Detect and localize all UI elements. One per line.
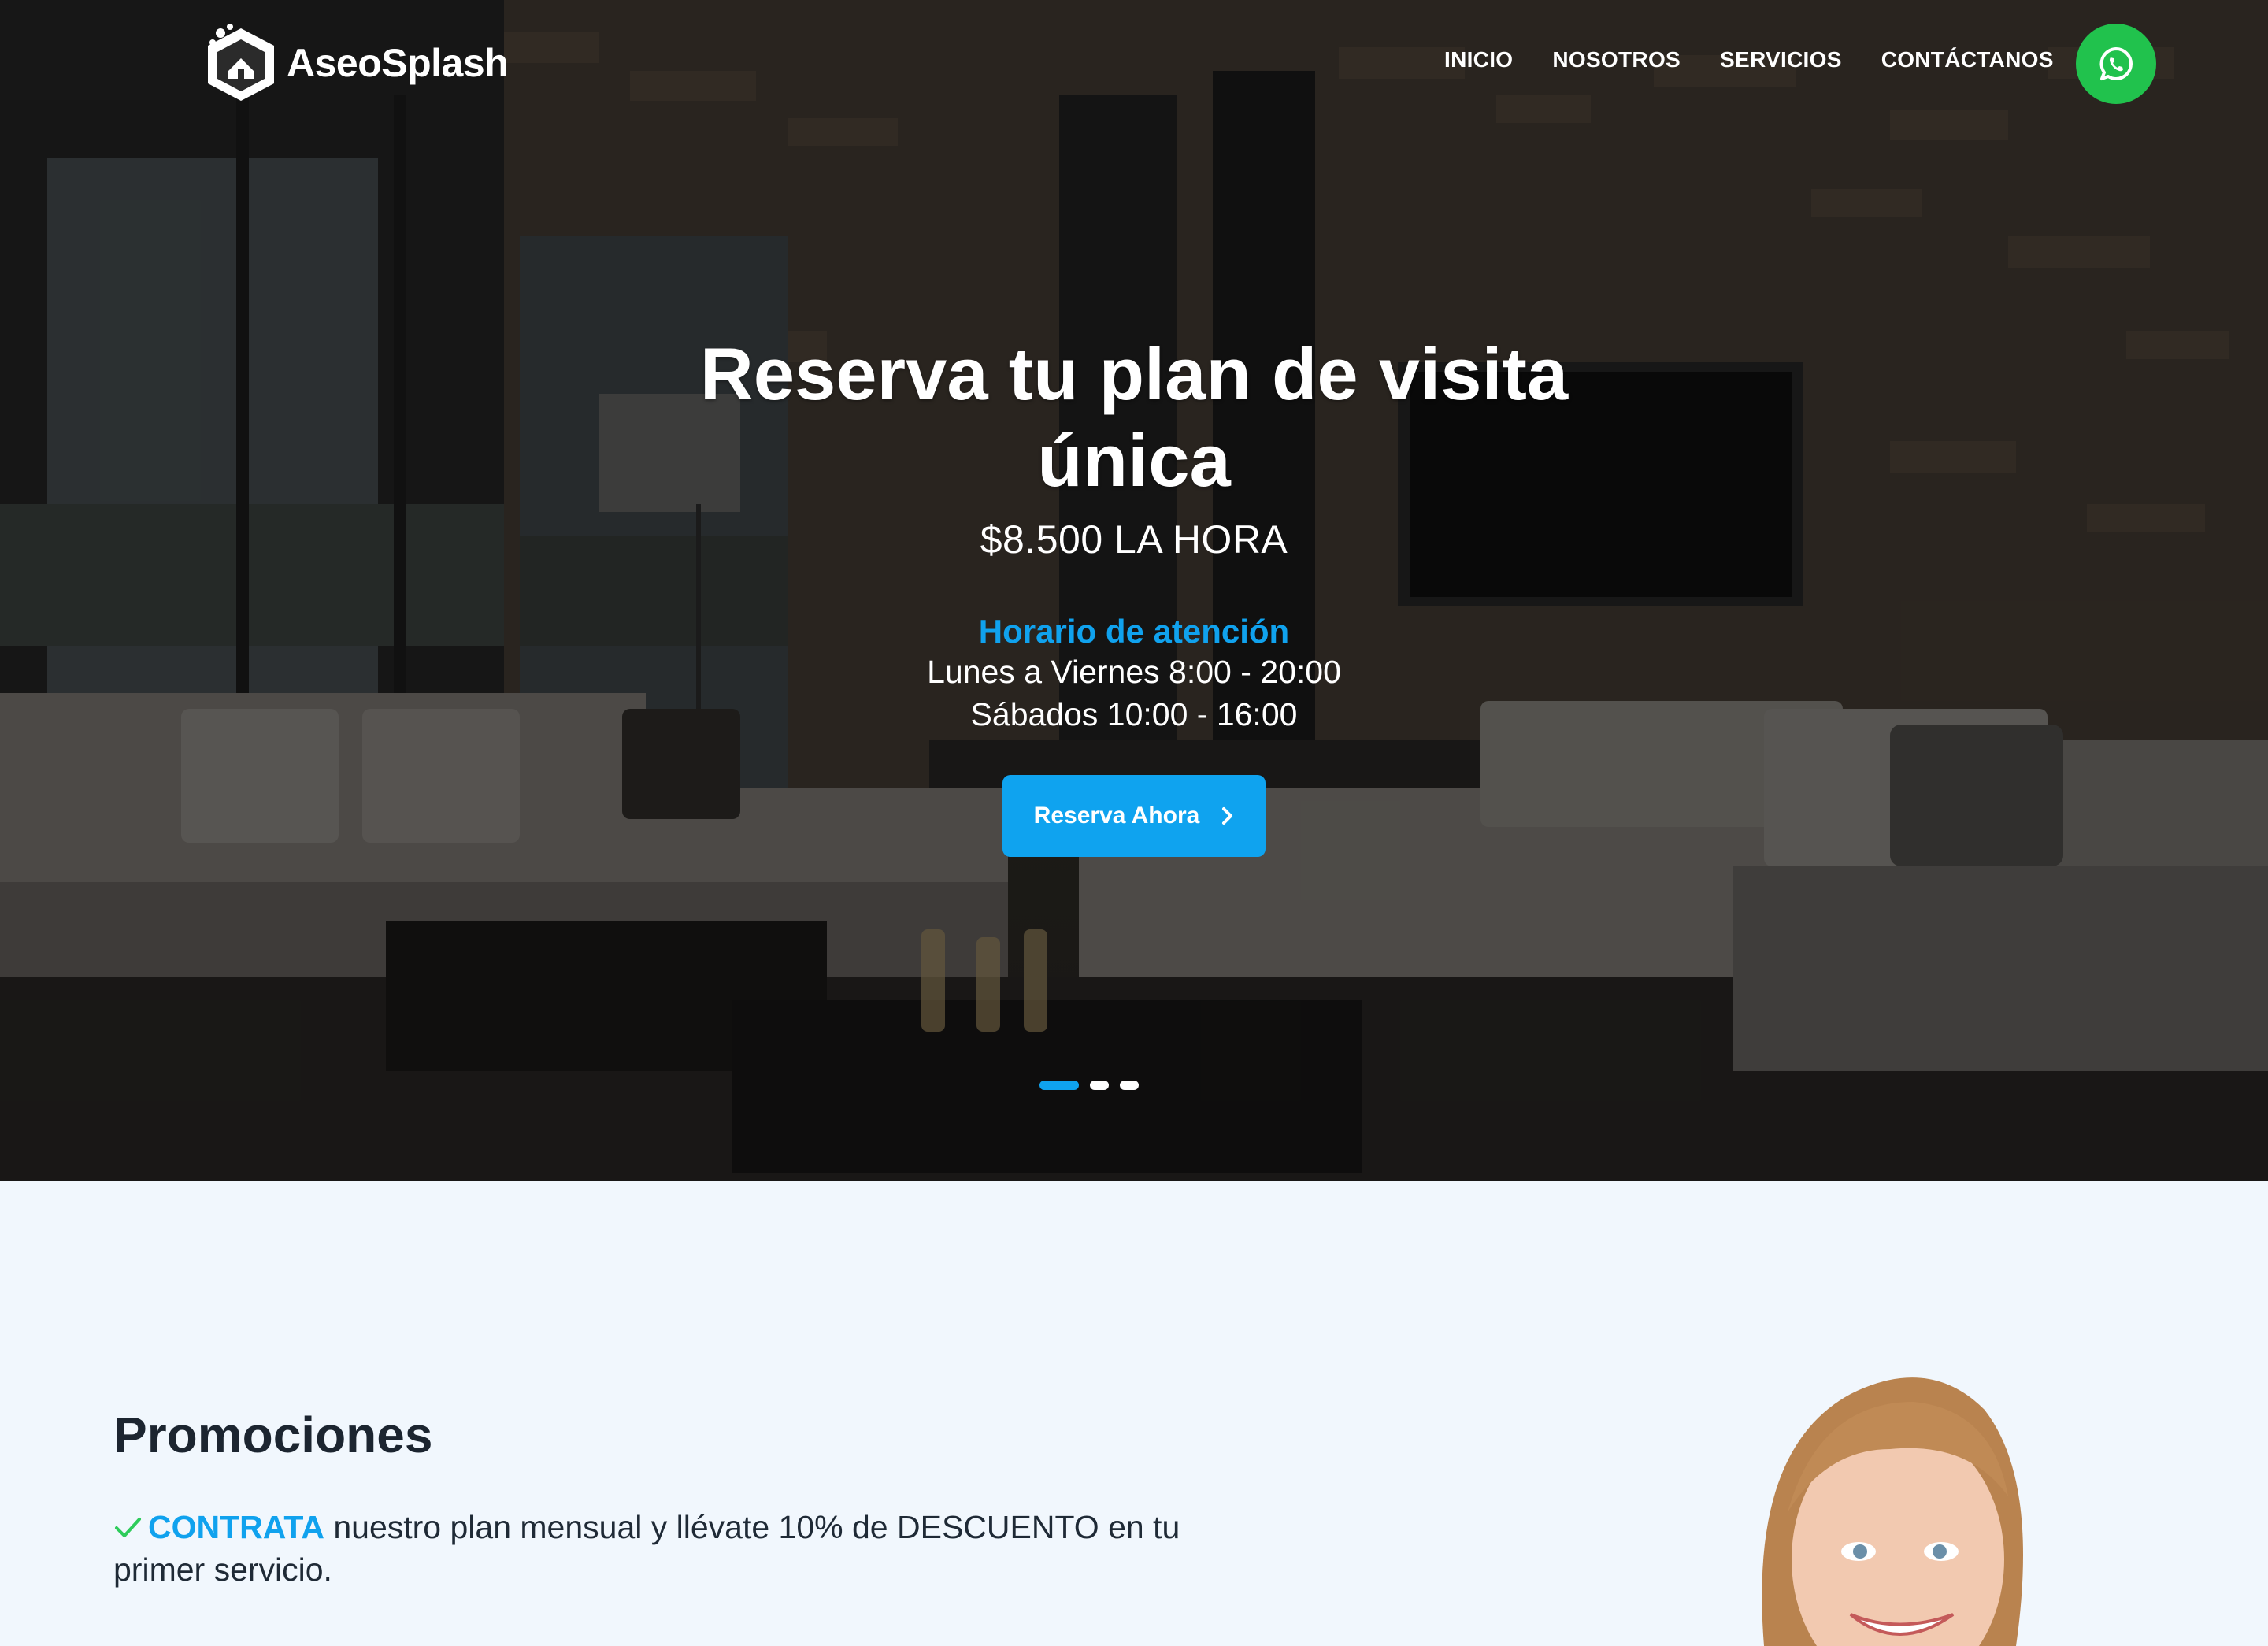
house-logo-icon xyxy=(208,24,274,101)
check-icon xyxy=(115,1518,141,1537)
promotions-title: Promociones xyxy=(113,1407,433,1463)
brand-logo[interactable]: AseoSplash xyxy=(203,22,509,104)
whatsapp-button[interactable] xyxy=(2076,24,2156,104)
smiling-woman-image xyxy=(1732,1355,2048,1646)
promotion-highlight: CONTRATA xyxy=(148,1509,324,1545)
nav-item-inicio[interactable]: INICIO xyxy=(1444,47,1513,72)
hours-weekdays: Lunes a Viernes 8:00 - 20:00 xyxy=(927,654,1341,690)
slider-dot-2[interactable] xyxy=(1090,1081,1109,1090)
reserve-now-label: Reserva Ahora xyxy=(1033,803,1200,829)
reserve-now-button[interactable]: Reserva Ahora xyxy=(1002,775,1266,857)
hours-title: Horario de atención xyxy=(978,613,1290,650)
hours-saturday: Sábados 10:00 - 16:00 xyxy=(970,696,1298,732)
hero-section: AseoSplash INICIO NOSOTROS SERVICIOS CON… xyxy=(0,0,2268,1181)
hero-content: Reserva tu plan de visita única $8.500 L… xyxy=(0,331,2268,857)
hero-title: Reserva tu plan de visita única xyxy=(699,332,1569,502)
nav-item-nosotros[interactable]: NOSOTROS xyxy=(1552,47,1681,72)
nav-item-servicios[interactable]: SERVICIOS xyxy=(1720,47,1842,72)
whatsapp-icon xyxy=(2099,47,2133,80)
promotion-item: CONTRATA nuestro plan mensual y llévate … xyxy=(113,1506,1200,1591)
main-nav: INICIO NOSOTROS SERVICIOS CONTÁCTANOS xyxy=(1444,47,2093,72)
slider-dot-3[interactable] xyxy=(1120,1081,1139,1090)
chevron-right-icon xyxy=(1222,807,1233,825)
slider-pagination xyxy=(1040,1081,1139,1090)
hero-price: $8.500 LA HORA xyxy=(980,517,1288,562)
nav-item-contactanos[interactable]: CONTÁCTANOS xyxy=(1881,47,2054,72)
slider-dot-1[interactable] xyxy=(1040,1081,1079,1090)
brand-name: AseoSplash xyxy=(287,41,509,85)
